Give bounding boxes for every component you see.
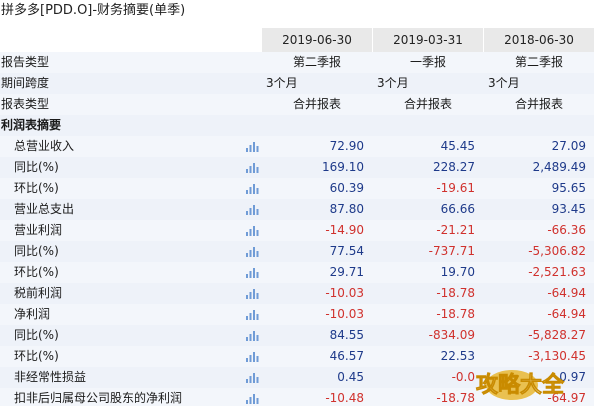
- cell-value: 60.39: [329, 181, 364, 195]
- row-label: 营业利润: [14, 223, 63, 237]
- meta-row: 期间跨度 3个月 3个月 3个月: [0, 73, 594, 94]
- cell-value: 72.90: [329, 139, 364, 153]
- header-spacer: [0, 28, 262, 52]
- row-label: 非经常性损益: [14, 370, 87, 384]
- table-row: 同比(%) 77.54 -737.71 -5,306.82: [0, 241, 594, 262]
- cell-value: 22.53: [440, 349, 475, 363]
- cell-value: -0.0: [451, 370, 475, 384]
- row-label: 同比(%): [14, 160, 59, 174]
- cell-value: 一季报: [409, 55, 446, 69]
- row-label: 扣非后归属母公司股东的净利润: [14, 391, 183, 405]
- cell-value: 19.70: [440, 265, 475, 279]
- row-label: 同比(%): [14, 244, 59, 258]
- cell-value: -737.71: [428, 244, 475, 258]
- financial-summary-table: 2019-06-30 2019-03-31 2018-06-30 报告类型 第二季…: [0, 28, 594, 406]
- column-header[interactable]: 2019-06-30: [262, 28, 372, 52]
- row-label: 报表类型: [1, 97, 50, 111]
- cell-value: 93.45: [551, 202, 586, 216]
- row-label: 总营业收入: [14, 139, 75, 153]
- table-row: 总营业收入 72.90 45.45 27.09: [0, 136, 594, 157]
- cell-value: -14.90: [325, 223, 364, 237]
- cell-value: -10.03: [325, 307, 364, 321]
- table-row: 同比(%) 169.10 228.27 2,489.49: [0, 157, 594, 178]
- column-header[interactable]: 2018-06-30: [484, 28, 594, 52]
- cell-value: -10.03: [325, 286, 364, 300]
- bar-chart-icon[interactable]: [245, 372, 259, 383]
- row-label: 环比(%): [14, 349, 59, 363]
- cell-value: 合并报表: [292, 97, 341, 111]
- cell-value: 45.45: [440, 139, 475, 153]
- cell-value: 169.10: [322, 160, 364, 174]
- cell-value: 合并报表: [514, 97, 563, 111]
- row-label: 环比(%): [14, 181, 59, 195]
- cell-value: -18.78: [436, 286, 475, 300]
- bar-chart-icon[interactable]: [245, 183, 259, 194]
- section-header: 利润表摘要: [0, 115, 594, 136]
- bar-chart-icon[interactable]: [245, 288, 259, 299]
- cell-value: -64.94: [547, 286, 586, 300]
- cell-value: 66.66: [440, 202, 475, 216]
- row-label: 税前利润: [14, 286, 63, 300]
- meta-row: 报告类型 第二季报 一季报 第二季报: [0, 52, 594, 73]
- cell-value: -5,306.82: [528, 244, 586, 258]
- cell-value: -64.94: [547, 307, 586, 321]
- row-label: 环比(%): [14, 265, 59, 279]
- cell-value: 3个月: [377, 76, 409, 90]
- cell-value: 0.45: [337, 370, 364, 384]
- cell-value: 27.09: [551, 139, 586, 153]
- table-row: 同比(%) 84.55 -834.09 -5,828.27: [0, 325, 594, 346]
- cell-value: -21.21: [436, 223, 475, 237]
- cell-value: -19.61: [436, 181, 475, 195]
- row-label: 净利润: [14, 307, 51, 321]
- row-label: 同比(%): [14, 328, 59, 342]
- section-title: 利润表摘要: [1, 118, 62, 132]
- bar-chart-icon[interactable]: [245, 393, 259, 404]
- cell-value: 84.55: [329, 328, 364, 342]
- row-label: 营业总支出: [14, 202, 75, 216]
- cell-value: -10.48: [325, 391, 364, 405]
- bar-chart-icon[interactable]: [245, 246, 259, 257]
- cell-value: 77.54: [329, 244, 364, 258]
- table-header-row: 2019-06-30 2019-03-31 2018-06-30: [0, 28, 594, 52]
- cell-value: -66.36: [547, 223, 586, 237]
- table-row: 环比(%) 60.39 -19.61 95.65: [0, 178, 594, 199]
- cell-value: 87.80: [329, 202, 364, 216]
- bar-chart-icon[interactable]: [245, 267, 259, 278]
- column-header[interactable]: 2019-03-31: [373, 28, 483, 52]
- row-label: 期间跨度: [1, 76, 50, 90]
- bar-chart-icon[interactable]: [245, 351, 259, 362]
- cell-value: -18.78: [436, 391, 475, 405]
- cell-value: 第二季报: [514, 55, 563, 69]
- cell-value: -18.78: [436, 307, 475, 321]
- watermark-logo: 攻略大全: [476, 370, 565, 400]
- cell-value: 3个月: [488, 76, 520, 90]
- bar-chart-icon[interactable]: [245, 309, 259, 320]
- svg-text:攻略大全: 攻略大全: [476, 372, 565, 398]
- cell-value: -2,521.63: [528, 265, 586, 279]
- bar-chart-icon[interactable]: [245, 141, 259, 152]
- bar-chart-icon[interactable]: [245, 162, 259, 173]
- cell-value: -5,828.27: [528, 328, 586, 342]
- table-row: 税前利润 -10.03 -18.78 -64.94: [0, 283, 594, 304]
- bar-chart-icon[interactable]: [245, 330, 259, 341]
- table-row: 营业总支出 87.80 66.66 93.45: [0, 199, 594, 220]
- cell-value: -834.09: [428, 328, 475, 342]
- cell-value: 合并报表: [403, 97, 452, 111]
- cell-value: 95.65: [551, 181, 586, 195]
- cell-value: 2,489.49: [532, 160, 586, 174]
- table-row: 净利润 -10.03 -18.78 -64.94: [0, 304, 594, 325]
- bar-chart-icon[interactable]: [245, 225, 259, 236]
- cell-value: 3个月: [266, 76, 298, 90]
- cell-value: 第二季报: [292, 55, 341, 69]
- page-title: 拼多多[PDD.O]-财务摘要(单季): [1, 3, 186, 18]
- bar-chart-icon[interactable]: [245, 204, 259, 215]
- row-label: 报告类型: [1, 55, 50, 69]
- table-row: 环比(%) 29.71 19.70 -2,521.63: [0, 262, 594, 283]
- table-row: 营业利润 -14.90 -21.21 -66.36: [0, 220, 594, 241]
- meta-row: 报表类型 合并报表 合并报表 合并报表: [0, 94, 594, 115]
- cell-value: 46.57: [329, 349, 364, 363]
- cell-value: 228.27: [433, 160, 475, 174]
- cell-value: 29.71: [329, 265, 364, 279]
